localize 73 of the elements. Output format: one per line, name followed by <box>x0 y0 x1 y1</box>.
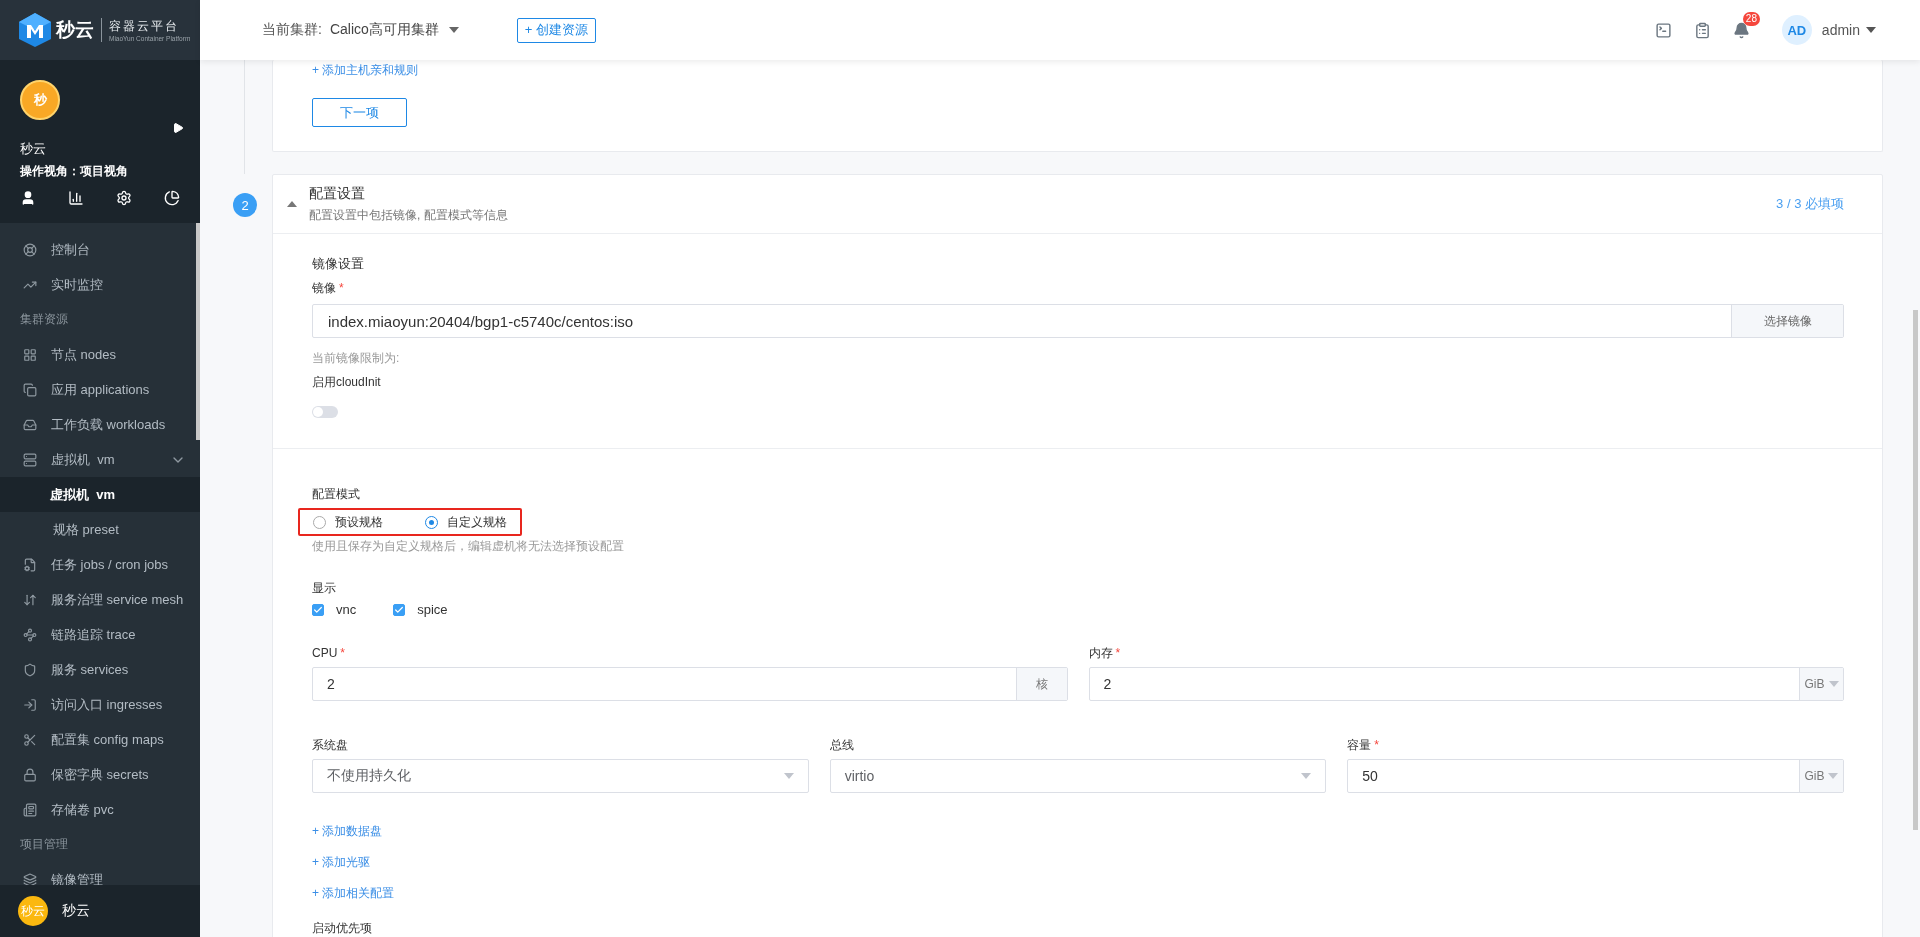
sidebar-item[interactable]: 镜像管理 <box>0 862 200 885</box>
section-header[interactable]: 配置设置 配置设置中包括镜像, 配置模式等信息 3 / 3 必填项 <box>273 175 1882 234</box>
add-link[interactable]: + 添加数据盘 <box>312 823 383 840</box>
field-label: 总线 <box>829 737 855 754</box>
next-button[interactable]: 下一项 <box>312 98 407 127</box>
sidebar-item[interactable]: 服务治理 service mesh <box>0 582 200 617</box>
radio-option[interactable]: 预设规格 <box>313 513 383 531</box>
required-mark: * <box>1115 646 1121 660</box>
user-avatar: 秒云 <box>18 896 48 926</box>
subsection-title: 镜像设置 <box>312 255 365 273</box>
hint-text: 当前镜像限制为: <box>312 350 401 367</box>
sidebar-item[interactable]: 保密字典 secrets <box>0 757 200 792</box>
required-count: 3 / 3 必填项 <box>1776 195 1844 213</box>
user-menu[interactable]: admin <box>1821 22 1876 38</box>
sidebar-item[interactable]: 节点 nodes <box>0 337 200 372</box>
number-field[interactable]: 2 GiB <box>1088 667 1844 701</box>
image-field[interactable]: index.miaoyun:20404/bgp1-c5740c/centos:iso 选择镜像 <box>312 304 1844 338</box>
select-image-button[interactable]: 选择镜像 <box>1731 305 1843 337</box>
sidebar-item[interactable]: 控制台 <box>0 232 200 267</box>
required-mark: * <box>1374 738 1379 752</box>
sidebar-item[interactable]: 访问入口 ingresses <box>0 687 200 722</box>
field-label: 镜像 * <box>312 280 345 297</box>
create-button[interactable]: + 创建资源 <box>516 17 596 43</box>
add-link[interactable]: + 添加相关配置 <box>312 885 395 902</box>
sidebar-item[interactable]: 应用 applications <box>0 372 200 407</box>
select-field[interactable]: virtio <box>829 759 1327 793</box>
sidebar-item[interactable]: 虚拟机 vm <box>0 442 200 477</box>
sidebar-item[interactable]: 虚拟机 vm <box>0 477 200 512</box>
menu-group-heading: 集群资源 <box>19 311 69 328</box>
section-subtitle: 配置设置中包括镜像, 配置模式等信息 <box>309 206 508 224</box>
field-label: 配置模式 <box>312 486 361 503</box>
cluster-select[interactable]: Calico高可用集群 <box>329 21 459 39</box>
sidebar-item[interactable]: 服务 services <box>0 652 200 687</box>
notification-badge: 28 <box>1742 11 1760 26</box>
hint-text: 使用且保存为自定义规格后，编辑虚机将无法选择预设配置 <box>312 538 625 555</box>
unit-label: 核 <box>1015 668 1067 700</box>
add-link[interactable]: + 添加主机亲和规则 <box>312 62 419 79</box>
cluster-label: 当前集群: <box>262 21 322 39</box>
required-mark: * <box>340 646 345 660</box>
field-label: 内存 * <box>1088 645 1122 662</box>
view-label: 操作视角：项目视角 <box>20 163 129 180</box>
field-label: 系统盘 <box>312 737 349 754</box>
section-title: 配置设置 <box>309 184 366 203</box>
menu-group-heading: 项目管理 <box>19 836 69 853</box>
field-label: 容量 * <box>1347 737 1380 754</box>
checkbox-option[interactable]: spice <box>393 602 448 617</box>
sidebar-item[interactable]: 存储卷 pvc <box>0 792 200 827</box>
project-avatar: 秒 <box>20 80 60 120</box>
required-mark: * <box>339 281 344 295</box>
step-number: 2 <box>233 193 257 217</box>
logo-name: 秒云 <box>56 18 94 42</box>
field-label: 启用cloudInit <box>312 374 382 391</box>
field-label: CPU * <box>312 645 346 662</box>
sidebar-item[interactable]: 任务 jobs / cron jobs <box>0 547 200 582</box>
checkbox-option[interactable]: vnc <box>312 602 357 617</box>
sidebar-item[interactable]: 工作负载 workloads <box>0 407 200 442</box>
field-label: 启动优先项 <box>312 920 373 937</box>
unit-label: GiB <box>1799 668 1843 700</box>
project-name: 秒云 <box>20 140 47 158</box>
sidebar-item[interactable]: 规格 preset <box>0 512 200 547</box>
user-name: 秒云 <box>62 902 90 920</box>
sidebar-item[interactable]: 实时监控 <box>0 267 200 302</box>
number-field[interactable]: 2 核 <box>312 667 1068 701</box>
select-field[interactable]: 不使用持久化 <box>312 759 809 793</box>
radio-option[interactable]: 自定义规格 <box>425 513 507 531</box>
field-label: 显示 <box>312 580 337 597</box>
number-field[interactable]: 50 GiB <box>1347 759 1844 793</box>
sidebar-item[interactable]: 链路追踪 trace <box>0 617 200 652</box>
unit-label: GiB <box>1799 760 1843 792</box>
sidebar-item[interactable]: 配置集 config maps <box>0 722 200 757</box>
admin-avatar: AD <box>1781 15 1812 45</box>
add-link[interactable]: + 添加光驱 <box>312 854 371 871</box>
logo-product: 容器云平台 <box>109 18 180 35</box>
